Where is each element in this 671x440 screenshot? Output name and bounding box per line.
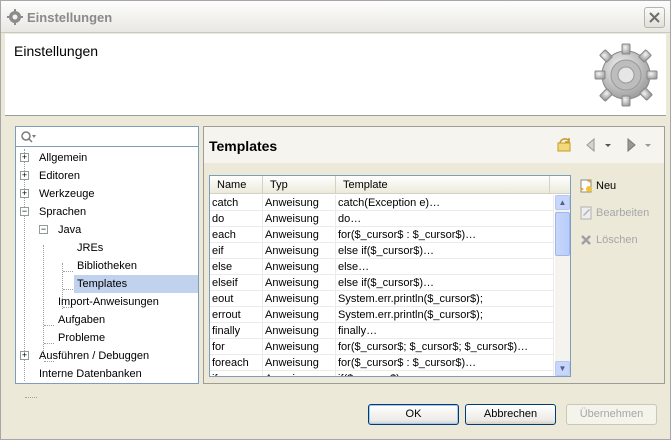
cell-name: foreach — [210, 355, 263, 371]
cell-template: finally… — [336, 323, 554, 339]
cell-type: Anweisung — [263, 227, 336, 243]
panel-header: Templates — [204, 127, 664, 163]
expand-icon[interactable]: + — [20, 171, 29, 180]
cell-name: errout — [210, 307, 263, 323]
tree-item-templates[interactable]: Templates — [16, 275, 198, 293]
table-row[interactable]: eout Anweisung System.err.println($_cursor… — [210, 291, 554, 307]
column-header-typ[interactable]: Typ — [263, 176, 336, 194]
column-header-template[interactable]: Template — [336, 176, 550, 194]
cell-name: else — [210, 259, 263, 275]
expand-icon[interactable]: + — [20, 153, 29, 162]
gear-icon — [594, 43, 658, 107]
collapse-icon[interactable]: − — [39, 225, 48, 234]
close-icon — [649, 12, 660, 23]
table-row[interactable]: ifAnweisungif($_cursor$)… — [210, 371, 554, 376]
forward-arrow-icon[interactable] — [622, 137, 638, 153]
window-title: Einstellungen — [27, 10, 113, 25]
cell-name: eif — [210, 243, 263, 259]
cell-type: Anweisung — [263, 195, 336, 211]
ok-button[interactable]: OK — [368, 404, 459, 425]
table-row[interactable]: else Anweisung else… — [210, 259, 554, 275]
scroll-up-button[interactable]: ▲ — [555, 195, 570, 210]
cell-template: for($_cursor$ : $_cursor$)… — [336, 227, 554, 243]
title-bar: Einstellungen — [1, 1, 670, 33]
cell-type: Anweisung — [263, 307, 336, 323]
restore-defaults-icon[interactable] — [556, 137, 572, 153]
column-header-name[interactable]: Name — [210, 176, 263, 194]
templates-panel: Templates Name Typ Template catch Anweis… — [203, 126, 665, 384]
cell-type: Anweisung — [263, 323, 336, 339]
vertical-scrollbar[interactable]: ▲ ▼ — [555, 195, 570, 376]
panel-title: Templates — [209, 138, 278, 154]
cancel-button[interactable]: Abbrechen — [465, 404, 556, 425]
cell-type: Anweisung — [263, 259, 336, 275]
table-row[interactable]: for Anweisung for($_cursor$; $_cursor$; $_… — [210, 339, 554, 355]
preferences-window: Einstellungen Einstellungen + Allgemein … — [0, 0, 671, 440]
edit-icon — [580, 206, 592, 220]
forward-dropdown-icon[interactable] — [644, 137, 652, 153]
table-row[interactable]: each Anweisung for($_cursor$ : $_cursor$)… — [210, 227, 554, 243]
apply-button[interactable]: Übernehmen — [566, 404, 657, 425]
gear-icon — [7, 9, 23, 25]
delete-icon — [581, 235, 591, 245]
cell-template: for($_cursor$; $_cursor$; $_cursor$)… — [336, 339, 554, 355]
cell-name: eout — [210, 291, 263, 307]
table-row[interactable]: errout Anweisung System.err.println($_curs… — [210, 307, 554, 323]
expand-icon[interactable]: + — [20, 189, 29, 198]
table-row[interactable]: do Anweisung do… — [210, 211, 554, 227]
back-arrow-icon[interactable] — [584, 137, 600, 153]
cell-template: else… — [336, 259, 554, 275]
header-banner: Einstellungen — [5, 34, 666, 116]
templates-table: Name Typ Template catch Anweisung catch(Ex… — [209, 175, 571, 377]
close-button[interactable] — [644, 7, 665, 28]
table-row[interactable]: elseif Anweisung else if($_cursor$)… — [210, 275, 554, 291]
category-tree-panel: + Allgemein + Editoren + Werkzeuge − Spr… — [15, 126, 199, 398]
cell-type: Anweisung — [263, 339, 336, 355]
cell-template: else if($_cursor$)… — [336, 275, 554, 291]
table-header: Name Typ Template — [210, 176, 570, 194]
filter-input[interactable] — [16, 127, 198, 147]
cell-name: catch — [210, 195, 263, 211]
cell-template: catch(Exception e)… — [336, 195, 554, 211]
cell-type: Anweisung — [263, 355, 336, 371]
cell-template: else if($_cursor$)… — [336, 243, 554, 259]
table-row[interactable]: finally Anweisung finally… — [210, 323, 554, 339]
cell-name: finally — [210, 323, 263, 339]
cell-name: each — [210, 227, 263, 243]
cell-template: System.err.println($_cursor$); — [336, 307, 554, 323]
cell-type: Anweisung — [263, 275, 336, 291]
scroll-down-button[interactable]: ▼ — [555, 361, 570, 376]
table-row[interactable]: foreach Anweisung for($_cursor$ : $_cursor… — [210, 355, 554, 371]
cell-type: Anweisung — [263, 211, 336, 227]
cell-name: for — [210, 339, 263, 355]
cell-type: Anweisung — [263, 291, 336, 307]
cell-name: if — [210, 371, 263, 376]
cell-template: do… — [336, 211, 554, 227]
cell-template: for($_cursor$ : $_cursor$)… — [336, 355, 554, 371]
table-row[interactable]: catch Anweisung catch(Exception e)… — [210, 195, 554, 211]
cell-type: Anweisung — [263, 243, 336, 259]
new-template-icon — [580, 179, 592, 193]
cell-template: System.err.println($_cursor$); — [336, 291, 554, 307]
search-icon — [21, 131, 36, 143]
cell-type: Anweisung — [263, 371, 336, 376]
page-title: Einstellungen — [14, 43, 99, 59]
expand-icon[interactable]: + — [20, 351, 29, 360]
table-row[interactable]: eif Anweisung else if($_cursor$)… — [210, 243, 554, 259]
cell-template: if($_cursor$)… — [336, 371, 554, 376]
back-dropdown-icon[interactable] — [604, 137, 612, 153]
scrollbar-thumb[interactable] — [555, 212, 570, 256]
cell-name: elseif — [210, 275, 263, 291]
cell-name: do — [210, 211, 263, 227]
collapse-icon[interactable]: − — [20, 207, 29, 216]
